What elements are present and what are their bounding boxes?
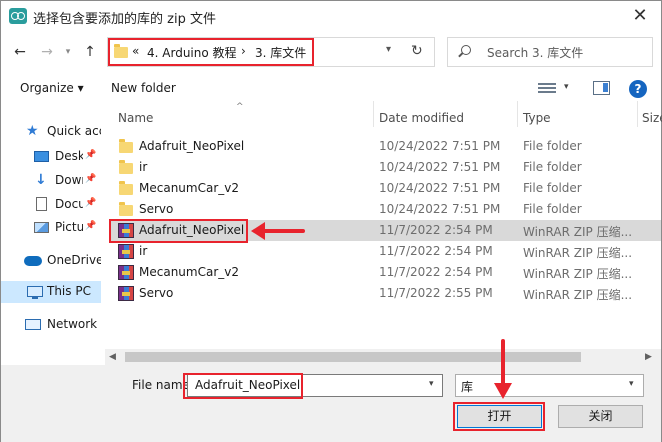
title-bar: 选择包含要添加的库的 zip 文件 ✕ xyxy=(1,1,661,31)
folder-icon xyxy=(114,44,128,58)
sidebar-item-network[interactable]: Network xyxy=(1,314,101,336)
list-item[interactable]: MecanumCar_v2 11/7/2022 2:54 PM WinRAR Z… xyxy=(109,262,661,283)
zip-archive-icon xyxy=(118,286,134,301)
preview-pane-icon[interactable] xyxy=(593,81,610,95)
sidebar-item-desktop[interactable]: Desktop 📌 xyxy=(1,146,101,168)
new-folder-button[interactable]: New folder xyxy=(111,81,176,95)
zip-archive-icon xyxy=(118,265,134,280)
view-dropdown-icon[interactable]: ▾ xyxy=(564,82,569,92)
column-divider[interactable] xyxy=(637,101,638,127)
annotation-row-highlight xyxy=(109,219,248,243)
file-type-value: 库 xyxy=(461,380,474,394)
sidebar-item-downloads[interactable]: ↓ Downloads 📌 xyxy=(1,170,101,192)
breadcrumb-separator: › xyxy=(241,44,246,58)
breadcrumb-item-library-files[interactable]: 3. 库文件 xyxy=(255,44,306,61)
back-arrow-icon[interactable]: ← xyxy=(11,43,29,61)
up-arrow-icon[interactable]: ↑ xyxy=(81,43,99,61)
annotation-arrow-left-icon xyxy=(251,222,305,240)
breadcrumb-overflow[interactable]: « xyxy=(132,44,139,58)
cancel-button[interactable]: 关闭 xyxy=(558,405,643,428)
pin-icon: 📌 xyxy=(85,174,97,184)
sidebar-item-quick-access[interactable]: ★ Quick access xyxy=(1,121,101,143)
file-name-dropdown-icon[interactable]: ▾ xyxy=(429,379,434,389)
command-bar: Organize ▾ New folder xyxy=(1,75,661,103)
pin-icon: 📌 xyxy=(85,221,97,231)
sidebar-item-onedrive[interactable]: OneDrive xyxy=(1,250,101,272)
scroll-left-icon[interactable]: ◀ xyxy=(109,352,116,362)
sidebar-item-pictures[interactable]: Pictures 📌 xyxy=(1,217,101,239)
list-item[interactable]: Adafruit_NeoPixel 10/24/2022 7:51 PM Fil… xyxy=(109,136,661,157)
list-item[interactable]: Servo 10/24/2022 7:51 PM File folder xyxy=(109,199,661,220)
help-icon[interactable]: ? xyxy=(629,80,647,98)
search-icon xyxy=(461,45,471,55)
file-open-dialog: 选择包含要添加的库的 zip 文件 ✕ ← → ▾ ↑ « 4. Arduino… xyxy=(0,0,662,442)
search-placeholder: Search 3. 库文件 xyxy=(487,46,584,60)
breadcrumb-item-arduino-tutorial[interactable]: 4. Arduino 教程 xyxy=(147,44,237,61)
desktop-icon xyxy=(34,151,49,162)
refresh-icon[interactable]: ↻ xyxy=(411,43,423,59)
folder-icon xyxy=(119,181,133,195)
annotation-filename-highlight xyxy=(183,373,303,399)
pictures-icon xyxy=(34,222,49,233)
column-header-type[interactable]: Type xyxy=(523,111,551,125)
zip-archive-icon xyxy=(118,244,134,259)
list-item[interactable]: Servo 11/7/2022 2:55 PM WinRAR ZIP 压缩... xyxy=(109,283,661,304)
scroll-right-icon[interactable]: ▶ xyxy=(645,352,652,362)
column-header-date[interactable]: Date modified xyxy=(379,111,464,125)
column-divider[interactable] xyxy=(517,101,518,127)
forward-arrow-icon[interactable]: → xyxy=(38,43,56,61)
list-item[interactable]: ir 11/7/2022 2:54 PM WinRAR ZIP 压缩... xyxy=(109,241,661,262)
downloads-icon: ↓ xyxy=(35,172,47,188)
sidebar-item-documents[interactable]: Documents 📌 xyxy=(1,194,101,216)
column-header-name[interactable]: Name xyxy=(118,111,153,125)
computer-icon xyxy=(27,286,43,299)
annotation-open-highlight xyxy=(453,402,545,431)
list-item[interactable]: MecanumCar_v2 10/24/2022 7:51 PM File fo… xyxy=(109,178,661,199)
folder-icon xyxy=(119,202,133,216)
organize-button[interactable]: Organize ▾ xyxy=(20,81,84,95)
sort-ascending-icon: ^ xyxy=(236,102,244,112)
address-dropdown-icon[interactable]: ▾ xyxy=(386,44,391,55)
sidebar-item-this-pc[interactable]: This PC xyxy=(1,281,101,303)
arduino-icon xyxy=(9,8,27,24)
column-divider[interactable] xyxy=(373,101,374,127)
view-options-icon[interactable] xyxy=(538,83,556,95)
column-header-size[interactable]: Size xyxy=(642,111,662,125)
pin-icon: 📌 xyxy=(85,198,97,208)
file-type-dropdown-icon[interactable]: ▾ xyxy=(629,379,634,389)
documents-icon xyxy=(36,197,47,211)
annotation-arrow-down-icon xyxy=(494,339,512,399)
folder-icon xyxy=(119,139,133,153)
recent-locations-dropdown-icon[interactable]: ▾ xyxy=(59,43,77,61)
file-name-label: File name xyxy=(132,378,190,392)
list-item[interactable]: ir 10/24/2022 7:51 PM File folder xyxy=(109,157,661,178)
window-title: 选择包含要添加的库的 zip 文件 xyxy=(33,12,216,27)
close-button[interactable]: ✕ xyxy=(627,5,653,27)
file-type-select[interactable] xyxy=(455,374,644,397)
cloud-icon xyxy=(24,256,42,266)
scrollbar-thumb[interactable] xyxy=(125,352,581,362)
folder-icon xyxy=(119,160,133,174)
pin-icon: 📌 xyxy=(85,150,97,160)
network-icon xyxy=(25,319,41,330)
star-icon: ★ xyxy=(26,123,39,139)
